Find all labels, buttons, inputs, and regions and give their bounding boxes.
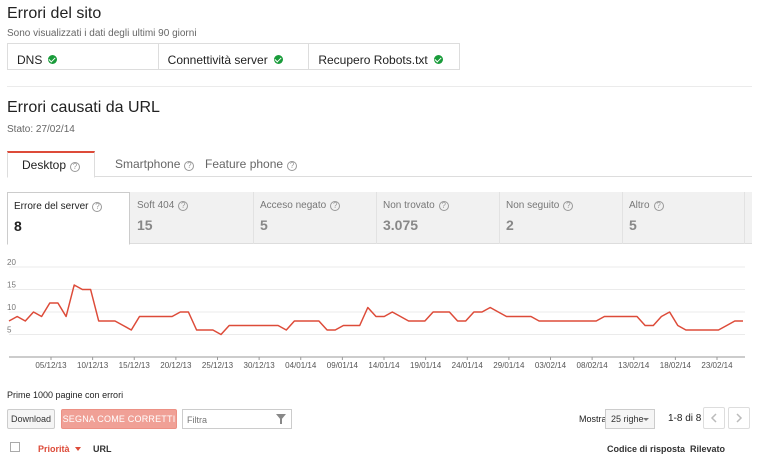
- card-label: Non seguito: [506, 200, 560, 211]
- url-errors-title: Errori causati da URL: [7, 99, 160, 116]
- card-value: 5: [260, 217, 268, 233]
- check-icon: [48, 55, 58, 64]
- y-tick-label: 20: [7, 258, 16, 267]
- sort-desc-icon: [75, 447, 82, 451]
- site-error-label: Recupero Robots.txt: [318, 53, 428, 67]
- site-error-server-connectivity[interactable]: Connettività server: [159, 44, 310, 69]
- card-label: Acceso negato: [260, 200, 327, 211]
- card-not-followed[interactable]: Non seguito? 2: [500, 192, 623, 244]
- previous-page-button[interactable]: [703, 407, 725, 429]
- select-all-checkbox[interactable]: [10, 442, 20, 452]
- card-server-error[interactable]: Errore del server? 8: [7, 192, 130, 245]
- divider: [7, 86, 752, 87]
- x-tick-label: 19/01/14: [410, 361, 442, 370]
- card-access-denied[interactable]: Acceso negato? 5: [254, 192, 377, 244]
- site-errors-subtitle: Sono visualizzati i dati degli ultimi 90…: [7, 28, 197, 39]
- x-tick-label: 09/01/14: [327, 361, 359, 370]
- y-tick-label: 5: [7, 326, 12, 335]
- download-button[interactable]: Download: [7, 409, 55, 429]
- chevron-down-icon: [643, 418, 649, 421]
- column-priority-label: Priorità: [38, 444, 70, 454]
- card-soft-404[interactable]: Soft 404? 15: [131, 192, 254, 244]
- x-tick-label: 25/12/13: [202, 361, 234, 370]
- help-icon[interactable]: ?: [70, 162, 81, 172]
- tab-label: Smartphone: [115, 157, 181, 171]
- error-category-cards: Errore del server? 8 Soft 404? 15 Acceso…: [7, 192, 752, 245]
- tab-smartphone[interactable]: Smartphone?: [115, 151, 195, 177]
- card-other[interactable]: Altro? 5: [623, 192, 745, 244]
- column-response-code[interactable]: Codice di risposta: [607, 444, 685, 454]
- card-label: Altro: [629, 200, 650, 211]
- x-tick-label: 13/02/14: [618, 361, 650, 370]
- site-error-label: Connettività server: [167, 53, 268, 67]
- mark-fixed-button[interactable]: SEGNA COME CORRETTI ( 0 ): [61, 409, 177, 443]
- site-error-label: DNS: [17, 53, 43, 67]
- card-value: 8: [14, 218, 22, 234]
- x-tick-label: 04/01/14: [285, 361, 317, 370]
- site-errors-status-bar: DNS Connettività server Recupero Robots.…: [7, 43, 460, 70]
- x-tick-label: 24/01/14: [452, 361, 484, 370]
- site-error-dns[interactable]: DNS: [8, 44, 159, 69]
- rows-per-page-select[interactable]: 25 righe: [605, 409, 655, 429]
- y-tick-label: 15: [7, 281, 16, 290]
- site-errors-title: Errori del sito: [7, 5, 102, 22]
- x-tick-label: 18/02/14: [660, 361, 692, 370]
- x-tick-label: 29/01/14: [493, 361, 525, 370]
- check-icon: [273, 55, 283, 64]
- x-tick-label: 08/02/14: [577, 361, 609, 370]
- errors-line-chart: 20 15 10 5 05/12/13 10/12/13 15/12/13 20/12/13 2…: [7, 258, 745, 370]
- card-label: Soft 404: [137, 200, 175, 211]
- tab-feature-phone[interactable]: Feature phone?: [205, 151, 298, 177]
- device-tabs: Desktop? Smartphone? Feature phone?: [7, 151, 752, 178]
- site-error-robots[interactable]: Recupero Robots.txt: [309, 44, 459, 69]
- series-line-server-errors[interactable]: [8, 284, 743, 336]
- help-icon[interactable]: ?: [330, 201, 341, 211]
- card-not-found[interactable]: Non trovato? 3.075: [377, 192, 500, 244]
- help-icon[interactable]: ?: [178, 201, 189, 211]
- help-icon[interactable]: ?: [653, 201, 664, 211]
- url-errors-status: Stato: 27/02/14: [7, 124, 75, 135]
- help-icon[interactable]: ?: [287, 161, 298, 171]
- column-url[interactable]: URL: [93, 444, 112, 454]
- card-label: Errore del server: [14, 201, 89, 212]
- card-label: Non trovato: [383, 200, 435, 211]
- x-tick-label: 20/12/13: [160, 361, 192, 370]
- help-icon[interactable]: ?: [184, 161, 195, 171]
- funnel-icon[interactable]: [276, 414, 286, 424]
- x-tick-label: 05/12/13: [35, 361, 67, 370]
- table-caption: Prime 1000 pagine con errori: [7, 390, 124, 400]
- column-priority[interactable]: Priorità: [38, 444, 82, 454]
- show-label: Mostra: [579, 414, 607, 424]
- x-tick-label: 30/12/13: [244, 361, 276, 370]
- rows-per-page-value: 25 righe: [611, 414, 644, 424]
- card-value: 5: [629, 217, 637, 233]
- x-tick-label: 14/01/14: [368, 361, 400, 370]
- card-value: 3.075: [383, 217, 419, 233]
- filter-field: [182, 409, 292, 429]
- next-page-button[interactable]: [728, 407, 750, 429]
- help-icon[interactable]: ?: [563, 201, 574, 211]
- x-tick-label: 10/12/13: [77, 361, 109, 370]
- x-tick-label: 15/12/13: [119, 361, 151, 370]
- tab-label: Desktop: [22, 158, 67, 172]
- x-tick-label: 03/02/14: [535, 361, 567, 370]
- tab-label: Feature phone: [205, 157, 284, 171]
- help-icon[interactable]: ?: [438, 201, 449, 211]
- x-tick-label: 23/02/14: [701, 361, 733, 370]
- card-value: 15: [137, 217, 153, 233]
- card-value: 2: [506, 217, 514, 233]
- help-icon[interactable]: ?: [92, 202, 103, 212]
- filter-input[interactable]: [183, 411, 271, 429]
- column-detected[interactable]: Rilevato: [690, 444, 725, 454]
- check-icon: [433, 55, 443, 64]
- chevron-right-icon: [736, 413, 743, 423]
- chevron-left-icon: [710, 413, 717, 423]
- y-tick-label: 10: [7, 303, 16, 312]
- tab-desktop[interactable]: Desktop?: [7, 151, 96, 178]
- pagination-range: 1-8 di 8: [668, 413, 702, 424]
